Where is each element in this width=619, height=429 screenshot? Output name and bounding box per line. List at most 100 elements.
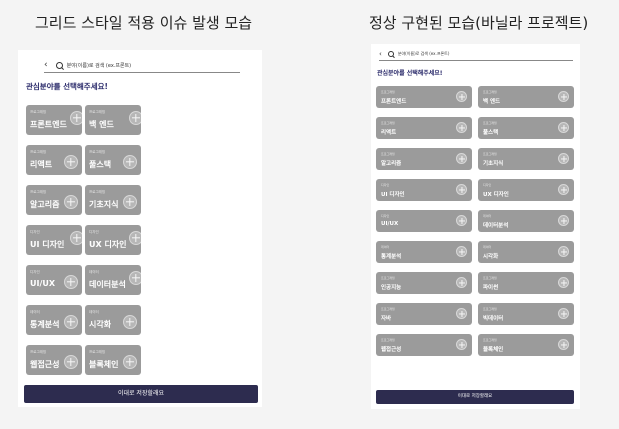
interest-card[interactable]: 데이터시각화 <box>85 305 141 335</box>
save-button[interactable]: 이대로 저장할래요 <box>24 385 258 403</box>
plus-icon[interactable] <box>129 271 141 285</box>
interest-card[interactable]: 데이터 데이터분석 <box>478 210 574 232</box>
plus-icon[interactable] <box>456 122 467 133</box>
plus-icon[interactable] <box>558 122 569 133</box>
interest-card[interactable]: 프로그래밍 파이썬 <box>478 272 574 294</box>
plus-icon[interactable] <box>456 277 467 288</box>
interest-card[interactable]: 프로그래밍 백 엔드 <box>478 86 574 108</box>
plus-icon[interactable] <box>129 111 141 125</box>
card-name: 시각화 <box>89 320 112 329</box>
interest-card[interactable]: 디자인 UI/UX <box>26 265 82 295</box>
search-bar[interactable]: ‹ 분야(이름)로 검색 (ex.프론트) <box>44 58 240 73</box>
interest-card[interactable]: 프로그래밍 웹접근성 <box>26 345 82 375</box>
interest-card[interactable]: 프로그래밍 블록체인 <box>478 334 574 356</box>
card-category: 디자인 <box>89 230 99 234</box>
plus-icon[interactable] <box>456 246 467 257</box>
plus-icon[interactable] <box>558 184 569 195</box>
interest-card[interactable]: 프로그래밍 리액트 <box>26 145 82 175</box>
card-name: UX 디자인 <box>483 192 509 198</box>
interest-grid: 프로그래밍 프론트엔드 프로그래밍 백 엔드 프로그래밍 리액트 프로그래밍 풀스택 프… <box>376 86 574 356</box>
page-heading: 관심분야를 선택해주세요! <box>26 82 108 91</box>
card-category: 프로그래밍 <box>483 307 497 311</box>
card-category: 데이터 <box>89 270 99 274</box>
interest-card[interactable]: 데이터 시각화 <box>478 241 574 263</box>
card-name: 블록체인 <box>483 347 504 353</box>
plus-icon[interactable] <box>456 184 467 195</box>
save-button[interactable]: 이대로 저장할래요 <box>376 390 574 404</box>
interest-card[interactable]: 프로그래밍알고리즘 <box>376 148 472 170</box>
plus-icon[interactable] <box>456 308 467 319</box>
interest-card[interactable]: 프로그래밍 기초지식 <box>85 185 141 215</box>
plus-icon[interactable] <box>64 195 78 209</box>
interest-card[interactable]: 프로그래밍 자바 <box>376 303 472 325</box>
card-name: 통계분석 <box>30 320 60 329</box>
card-name: 기초지식 <box>483 161 504 167</box>
card-category: 디자인 <box>30 230 40 234</box>
plus-icon[interactable] <box>123 315 137 329</box>
card-name: 알고리즘 <box>381 161 402 167</box>
plus-icon[interactable] <box>456 339 467 350</box>
interest-card[interactable]: 프로그래밍 인공지능 <box>376 272 472 294</box>
interest-card[interactable]: 프로그래밍기초지식 <box>478 148 574 170</box>
plus-icon[interactable] <box>558 215 569 226</box>
plus-icon[interactable] <box>456 153 467 164</box>
interest-card[interactable]: 프로그래밍 풀스택 <box>85 145 141 175</box>
card-name: 인공지능 <box>381 285 402 291</box>
interest-card[interactable]: 프로그래밍 풀스택 <box>478 117 574 139</box>
card-name: 파이썬 <box>483 285 499 291</box>
interest-card[interactable]: 디자인 UX 디자인 <box>85 225 141 255</box>
plus-icon[interactable] <box>64 355 78 369</box>
plus-icon[interactable] <box>70 111 82 125</box>
plus-icon[interactable] <box>123 195 137 209</box>
plus-icon[interactable] <box>456 215 467 226</box>
back-chevron-icon[interactable]: ‹ <box>379 50 382 58</box>
plus-icon[interactable] <box>64 155 78 169</box>
interest-card[interactable]: 프로그래밍 블록체인 <box>85 345 141 375</box>
interest-card[interactable]: 프로그래밍 웹접근성 <box>376 334 472 356</box>
plus-icon[interactable] <box>558 153 569 164</box>
card-name: 빅데이터 <box>483 316 504 322</box>
interest-card[interactable]: 데이터 통계분석 <box>26 305 82 335</box>
card-category: 프로그래밍 <box>483 152 497 156</box>
interest-card[interactable]: 프로그래밍 알고리즘 <box>26 185 82 215</box>
interest-card[interactable]: 데이터 데이터분석 <box>85 265 141 295</box>
back-chevron-icon[interactable]: ‹ <box>44 60 48 70</box>
card-name: UI 디자인 <box>30 240 65 249</box>
interest-card[interactable]: 프로그래밍 프론트엔드 <box>376 86 472 108</box>
plus-icon[interactable] <box>558 246 569 257</box>
plus-icon[interactable] <box>64 275 78 289</box>
search-icon <box>387 51 395 58</box>
card-name: 풀스택 <box>483 130 499 136</box>
plus-icon[interactable] <box>558 277 569 288</box>
card-category: 데이터 <box>483 245 492 249</box>
plus-icon[interactable] <box>70 231 82 245</box>
interest-card[interactable]: 프로그래밍 프론트엔드 <box>26 105 82 135</box>
plus-icon[interactable] <box>456 91 467 102</box>
search-placeholder[interactable]: 분야(이름)로 검색 (ex.프론트) <box>67 62 132 69</box>
search-placeholder[interactable]: 분야(이름)로 검색 (ex.프론트) <box>398 51 450 57</box>
plus-icon[interactable] <box>558 308 569 319</box>
plus-icon[interactable] <box>123 355 137 369</box>
card-name: UI/UX <box>30 279 56 288</box>
card-category: 디자인 <box>381 214 390 218</box>
interest-card[interactable]: 디자인 UI/UX <box>376 210 472 232</box>
card-category: 프로그래밍 <box>381 152 395 156</box>
plus-icon[interactable] <box>123 155 137 169</box>
plus-icon[interactable] <box>558 339 569 350</box>
card-category: 데이터 <box>381 245 390 249</box>
interest-card[interactable]: 디자인 UX 디자인 <box>478 179 574 201</box>
plus-icon[interactable] <box>64 315 78 329</box>
interest-card[interactable]: 디자인 UI 디자인 <box>376 179 472 201</box>
card-name: UX 디자인 <box>89 240 127 249</box>
plus-icon[interactable] <box>129 231 141 245</box>
interest-card[interactable]: 데이터 통계분석 <box>376 241 472 263</box>
interest-card[interactable]: 디자인 UI 디자인 <box>26 225 82 255</box>
interest-card[interactable]: 프로그래밍 백 엔드 <box>85 105 141 135</box>
card-category: 프로그래밍 <box>89 190 106 194</box>
interest-card[interactable]: 프로그래밍 리액트 <box>376 117 472 139</box>
card-category: 데이터 <box>89 310 99 314</box>
interest-card[interactable]: 프로그래밍빅데이터 <box>478 303 574 325</box>
plus-icon[interactable] <box>558 91 569 102</box>
search-bar[interactable]: ‹ 분야(이름)로 검색 (ex.프론트) <box>379 48 573 61</box>
card-category: 프로그래밍 <box>30 110 47 114</box>
